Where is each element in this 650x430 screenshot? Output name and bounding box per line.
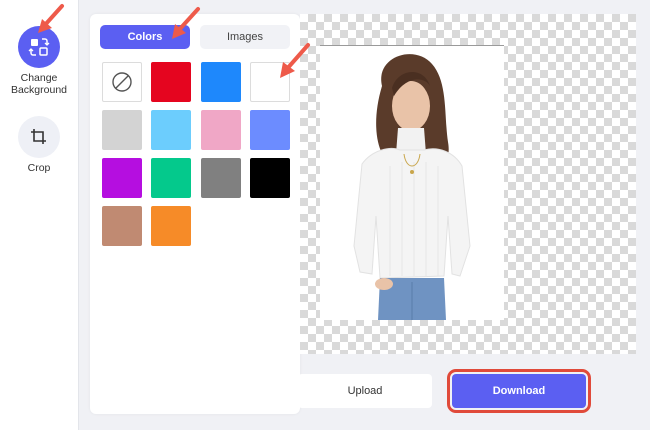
swatch-black[interactable]: [250, 158, 290, 198]
swatch-white[interactable]: [250, 62, 290, 102]
preview-photo: [320, 46, 504, 320]
swatch-pink[interactable]: [201, 110, 241, 150]
swatch-tan[interactable]: [102, 206, 142, 246]
swatch-sky-blue[interactable]: [151, 110, 191, 150]
swatch-none[interactable]: [102, 62, 142, 102]
swatch-light-gray[interactable]: [102, 110, 142, 150]
panel-tabs: Colors Images: [100, 25, 290, 49]
crop-tool[interactable]: Crop: [0, 116, 78, 174]
transparent-canvas: [300, 14, 636, 354]
woman-figure-illustration: [353, 54, 471, 320]
tab-images[interactable]: Images: [200, 25, 290, 49]
download-button[interactable]: Download: [447, 369, 591, 413]
swatch-orange[interactable]: [151, 206, 191, 246]
crop-label: Crop: [27, 162, 51, 174]
crop-icon[interactable]: [18, 116, 60, 158]
change-background-label: Change Background: [10, 72, 68, 96]
no-color-icon: [112, 72, 132, 92]
swatch-gray[interactable]: [201, 158, 241, 198]
swatch-periwinkle[interactable]: [250, 110, 290, 150]
swatch-purple[interactable]: [102, 158, 142, 198]
change-background-icon[interactable]: [18, 26, 60, 68]
background-panel: Colors Images: [90, 14, 300, 414]
swatch-blue[interactable]: [201, 62, 241, 102]
tab-colors[interactable]: Colors: [100, 25, 190, 49]
swatch-red[interactable]: [151, 62, 191, 102]
change-background-tool[interactable]: Change Background: [0, 26, 78, 96]
left-toolbar: Change Background Crop: [0, 0, 79, 430]
swatch-green[interactable]: [151, 158, 191, 198]
upload-button[interactable]: Upload: [298, 374, 432, 408]
